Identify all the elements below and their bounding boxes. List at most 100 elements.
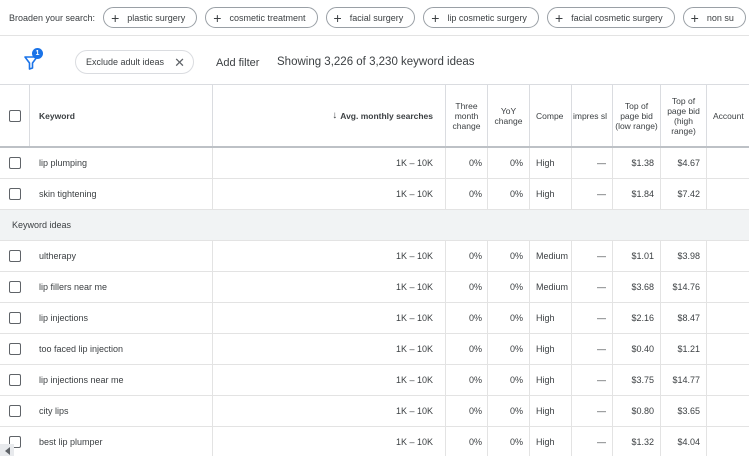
table-row[interactable]: lip fillers near me 1K – 10K 0% 0% Medium — $3… — [0, 272, 749, 303]
row-checkbox[interactable] — [9, 343, 21, 355]
header-yoy-change[interactable]: YoY change — [488, 85, 530, 146]
select-all-checkbox[interactable] — [8, 109, 21, 122]
table-row[interactable]: ultherapy 1K – 10K 0% 0% Medium — $1.01 $3.98 — [0, 241, 749, 272]
row-checkbox[interactable] — [9, 281, 21, 293]
row-checkbox[interactable] — [9, 157, 21, 169]
header-keyword[interactable]: Keyword — [30, 85, 213, 146]
high-bid-cell: $14.77 — [661, 365, 707, 395]
yoy-cell: 0% — [488, 272, 530, 302]
competition-cell: Medium — [530, 241, 572, 271]
high-bid-cell: $4.04 — [661, 427, 707, 456]
row-checkbox-cell — [0, 396, 30, 426]
yoy-cell: 0% — [488, 241, 530, 271]
table-row[interactable]: lip injections near me 1K – 10K 0% 0% High — $… — [0, 365, 749, 396]
plus-icon: + — [213, 9, 222, 26]
row-checkbox[interactable] — [9, 374, 21, 386]
account-status-cell — [707, 272, 749, 302]
plus-icon: + — [431, 9, 440, 26]
impression-share-cell: — — [572, 427, 613, 456]
broaden-chip-facial-surgery[interactable]: + facial surgery — [325, 7, 416, 28]
keyword-cell: lip fillers near me — [30, 272, 213, 302]
high-bid-cell: $3.98 — [661, 241, 707, 271]
yoy-cell: 0% — [488, 396, 530, 426]
broaden-chip-cosmetic-treatment[interactable]: + cosmetic treatment — [205, 7, 318, 28]
account-status-cell — [707, 365, 749, 395]
plus-icon: + — [690, 9, 699, 26]
row-checkbox[interactable] — [9, 405, 21, 417]
impression-share-cell: — — [572, 241, 613, 271]
row-checkbox[interactable] — [9, 312, 21, 324]
three-month-cell: 0% — [446, 148, 488, 178]
keyword-cell: skin tightening — [30, 179, 213, 209]
high-bid-cell: $4.67 — [661, 148, 707, 178]
table-row[interactable]: lip injections 1K – 10K 0% 0% High — $2.16 $8.4… — [0, 303, 749, 334]
competition-cell: High — [530, 179, 572, 209]
row-checkbox-cell — [0, 179, 30, 209]
scroll-left-arrow[interactable] — [0, 444, 14, 456]
three-month-cell: 0% — [446, 303, 488, 333]
account-status-cell — [707, 427, 749, 456]
header-high-bid[interactable]: Top of page bid (high range) — [661, 85, 707, 146]
three-month-cell: 0% — [446, 365, 488, 395]
keyword-cell: lip plumping — [30, 148, 213, 178]
avg-searches-cell: 1K – 10K — [213, 272, 446, 302]
account-status-cell — [707, 396, 749, 426]
table-row[interactable]: lip plumping 1K – 10K 0% 0% High — $1.38 $4.67 — [0, 148, 749, 179]
impression-share-cell: — — [572, 303, 613, 333]
results-count: Showing 3,226 of 3,230 keyword ideas — [277, 56, 475, 68]
three-month-cell: 0% — [446, 427, 488, 456]
yoy-cell: 0% — [488, 365, 530, 395]
header-three-month-change[interactable]: Three month change — [446, 85, 488, 146]
table-row[interactable]: skin tightening 1K – 10K 0% 0% High — $1.84 $7.… — [0, 179, 749, 210]
top-rows-group: lip plumping 1K – 10K 0% 0% High — $1.38 $4.67 s… — [0, 148, 749, 210]
avg-searches-cell: 1K – 10K — [213, 179, 446, 209]
header-avg-label: Avg. monthly searches — [340, 110, 433, 121]
chip-label: lip cosmetic surgery — [447, 12, 527, 23]
broaden-chip-lip-cosmetic-surgery[interactable]: + lip cosmetic surgery — [423, 7, 539, 28]
three-month-cell: 0% — [446, 272, 488, 302]
broaden-chip-facial-cosmetic-surgery[interactable]: + facial cosmetic surgery — [546, 7, 675, 28]
select-all-cell — [0, 85, 30, 146]
low-bid-cell: $1.01 — [613, 241, 661, 271]
account-status-cell — [707, 148, 749, 178]
account-status-cell — [707, 241, 749, 271]
header-account-status[interactable]: Account — [707, 85, 749, 146]
low-bid-cell: $2.16 — [613, 303, 661, 333]
add-filter-button[interactable]: Add filter — [216, 57, 259, 69]
three-month-cell: 0% — [446, 334, 488, 364]
impression-share-cell: — — [572, 148, 613, 178]
table-row[interactable]: too faced lip injection 1K – 10K 0% 0% High —… — [0, 334, 749, 365]
exclude-adult-ideas-chip[interactable]: Exclude adult ideas ✕ — [75, 50, 194, 74]
high-bid-cell: $1.21 — [661, 334, 707, 364]
filter-count-badge: 1 — [32, 48, 43, 59]
high-bid-cell: $14.76 — [661, 272, 707, 302]
yoy-cell: 0% — [488, 303, 530, 333]
avg-searches-cell: 1K – 10K — [213, 396, 446, 426]
table-row[interactable]: city lips 1K – 10K 0% 0% High — $0.80 $3.65 — [0, 396, 749, 427]
plus-icon: + — [111, 9, 120, 26]
low-bid-cell: $0.40 — [613, 334, 661, 364]
row-checkbox-cell — [0, 241, 30, 271]
row-checkbox-cell — [0, 334, 30, 364]
header-avg-monthly-searches[interactable]: ↓ Avg. monthly searches — [213, 85, 446, 146]
high-bid-cell: $7.42 — [661, 179, 707, 209]
row-checkbox-cell — [0, 272, 30, 302]
avg-searches-cell: 1K – 10K — [213, 241, 446, 271]
table-row[interactable]: best lip plumper 1K – 10K 0% 0% High — $1.32 $4… — [0, 427, 749, 456]
avg-searches-cell: 1K – 10K — [213, 427, 446, 456]
header-impression-share[interactable]: impres sl — [572, 85, 613, 146]
three-month-cell: 0% — [446, 179, 488, 209]
three-month-cell: 0% — [446, 241, 488, 271]
row-checkbox[interactable] — [9, 188, 21, 200]
header-competition[interactable]: Compe — [530, 85, 572, 146]
yoy-cell: 0% — [488, 148, 530, 178]
row-checkbox-cell — [0, 303, 30, 333]
broaden-chip-non-surgical[interactable]: + non su — [682, 7, 746, 28]
chip-label: cosmetic treatment — [229, 12, 306, 23]
header-low-bid[interactable]: Top of page bid (low range) — [613, 85, 661, 146]
row-checkbox[interactable] — [9, 250, 21, 262]
close-icon[interactable]: ✕ — [174, 56, 185, 69]
avg-searches-cell: 1K – 10K — [213, 365, 446, 395]
low-bid-cell: $0.80 — [613, 396, 661, 426]
broaden-chip-plastic-surgery[interactable]: + plastic surgery — [103, 7, 198, 28]
